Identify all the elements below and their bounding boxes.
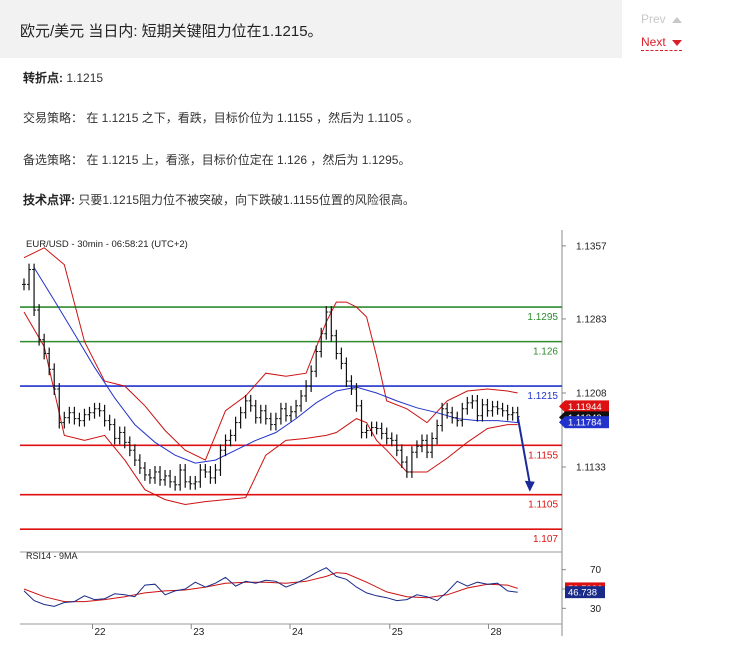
x-tick-label: 24 xyxy=(292,627,304,638)
y-tick-label: 1.1133 xyxy=(576,463,606,474)
x-tick-label: 25 xyxy=(392,627,404,638)
strategy-text: 交易策略： 在 1.1215 之下，看跌，目标价位为 1.1155 ，然后为 1… xyxy=(23,111,419,125)
page-title: 欧元/美元 当日内: 短期关键阻力位在1.1215。 xyxy=(20,23,323,40)
pivot-value: 1.1215 xyxy=(66,71,104,85)
pivot-label: 转折点: xyxy=(23,71,63,85)
prev-label: Prev xyxy=(641,12,666,26)
up-arrow-icon xyxy=(671,16,682,23)
price-chart: EUR/USD - 30min - 06:58:21 (UTC+2) 1.1357… xyxy=(20,230,609,638)
y-tick-label: 1.1208 xyxy=(576,388,607,399)
comment-text: 只要1.1215阻力位不被突破，向下跌破1.1155位置的风险很高。 xyxy=(78,193,415,207)
price-tag-label: 1.11784 xyxy=(568,418,602,429)
comment-label: 技术点评: xyxy=(23,193,75,207)
x-tick-label: 22 xyxy=(95,627,107,638)
chart-title: EUR/USD - 30min - 06:58:21 (UTC+2) xyxy=(26,239,188,250)
prev-link[interactable]: Prev xyxy=(641,12,682,26)
rsi-tick-label: 30 xyxy=(590,604,602,615)
level-label: 1.1295 xyxy=(527,312,558,323)
x-tick-label: 23 xyxy=(193,627,205,638)
rsi-tag-label: 46.738 xyxy=(568,588,597,599)
level-label: 1.126 xyxy=(533,347,558,358)
rsi-ma-line xyxy=(23,572,518,603)
down-arrow-icon xyxy=(671,39,682,46)
price-tag-label: 1.11944 xyxy=(568,402,602,413)
level-label: 1.1215 xyxy=(527,391,558,402)
next-link[interactable]: Next xyxy=(641,35,682,51)
level-label: 1.107 xyxy=(533,534,558,545)
alternative-text: 备选策略： 在 1.1215 上，看涨，目标价位定在 1.126 ，然后为 1.… xyxy=(23,153,411,167)
comment-line: 技术点评: 只要1.1215阻力位不被突破，向下跌破1.1155位置的风险很高。 xyxy=(23,191,415,208)
forecast-arrow-head xyxy=(524,480,535,492)
level-label: 1.1155 xyxy=(528,450,558,461)
moving-average xyxy=(33,267,518,464)
x-tick-label: 28 xyxy=(490,627,502,638)
article-panel: 欧元/美元 当日内: 短期关键阻力位在1.1215。 转折点: 1.1215 交… xyxy=(0,0,622,648)
next-label: Next xyxy=(641,35,666,49)
y-tick-label: 1.1357 xyxy=(576,241,607,252)
rsi-title: RSI14 - 9MA xyxy=(26,551,78,561)
pivot-line: 转折点: 1.1215 xyxy=(23,69,103,86)
y-tick-label: 1.1283 xyxy=(576,314,607,325)
title-bar: 欧元/美元 当日内: 短期关键阻力位在1.1215。 xyxy=(0,0,622,58)
level-label: 1.1105 xyxy=(528,500,558,511)
rsi-tick-label: 70 xyxy=(590,565,602,576)
